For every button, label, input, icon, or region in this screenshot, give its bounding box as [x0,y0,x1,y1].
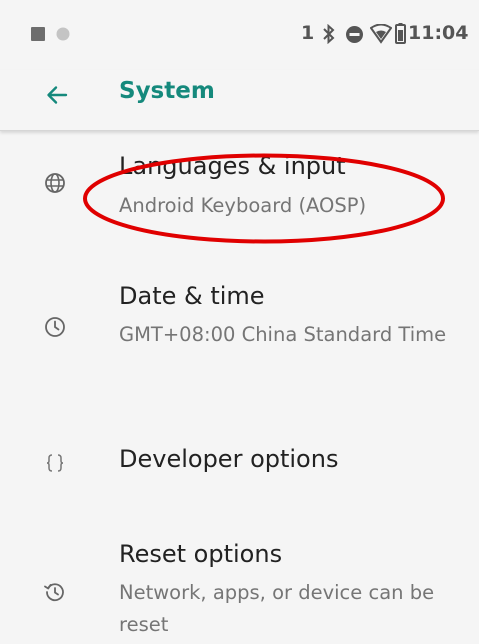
sim-indicator: 1 [301,22,315,44]
item-subtitle: Network, apps, or device can be reset [119,581,435,636]
item-title: Reset options [119,540,283,568]
wifi-icon [370,24,392,44]
settings-item-languages-input[interactable]: Languages & input Android Keyboard (AOSP… [0,130,479,245]
item-subtitle: Android Keyboard (AOSP) [119,194,367,217]
image-notification-icon [31,27,45,41]
bluetooth-icon [323,24,335,44]
item-title: Date & time [119,282,265,310]
toolbar: System [0,70,479,131]
settings-item-reset-options[interactable]: Reset options Network, apps, or device c… [0,520,479,644]
reset-history-icon [44,583,64,602]
globe-icon [45,173,65,193]
back-arrow-icon[interactable] [44,82,70,108]
settings-item-developer-options[interactable]: Developer options [0,415,479,505]
circle-notification-icon [56,27,70,41]
clock-icon [45,317,65,337]
status-bar: 1 11:04 [0,0,479,70]
page-title: System [119,78,215,104]
status-time: 11:04 [408,22,469,44]
do-not-disturb-icon [346,26,363,43]
item-title: Developer options [119,445,339,473]
battery-icon [395,23,406,44]
item-subtitle: GMT+08:00 China Standard Time [119,323,447,346]
item-title: Languages & input [119,152,346,180]
braces-icon [46,454,64,472]
settings-item-date-time[interactable]: Date & time GMT+08:00 China Standard Tim… [0,265,479,395]
